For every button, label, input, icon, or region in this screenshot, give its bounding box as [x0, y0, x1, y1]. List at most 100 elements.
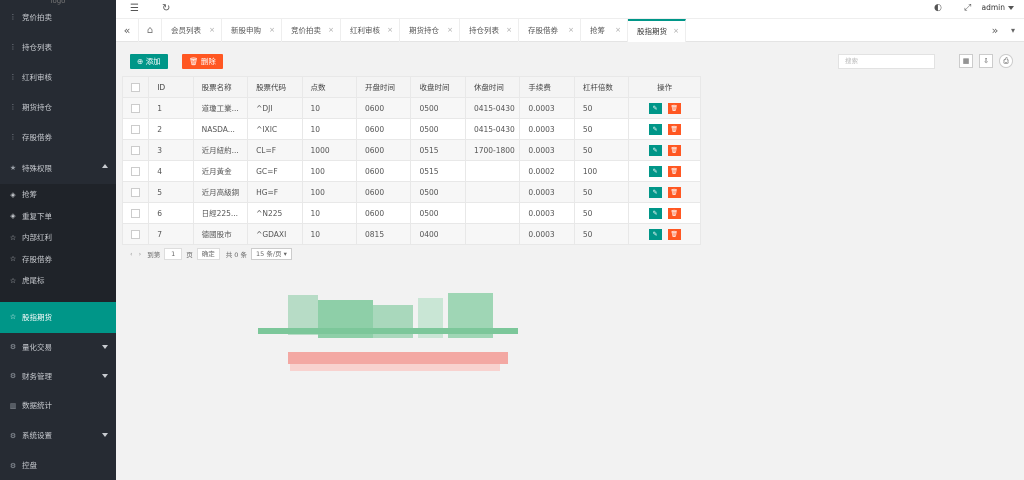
delete-button[interactable]: 🗑 删除 [182, 54, 223, 69]
sidebar-item-internal-dividend[interactable]: ☆ 内部红利 [0, 227, 116, 249]
sidebar-item-index-futures[interactable]: ☆ 股指期货 [0, 301, 116, 333]
sidebar-item-dividend-review[interactable]: ⋮ 红利审核 [0, 62, 116, 92]
column-header[interactable]: ID [148, 76, 194, 98]
search-input[interactable]: 搜索 [838, 54, 935, 69]
next-page-icon[interactable]: › [139, 250, 142, 258]
sidebar-item-statistics[interactable]: ▥ 数据统计 [0, 391, 116, 421]
row-checkbox[interactable] [131, 229, 140, 239]
column-header[interactable]: 收盘时间 [410, 76, 466, 98]
sidebar-item-futures-positions[interactable]: ⋮ 期货持仓 [0, 92, 116, 122]
sidebar-item-tiger-tail[interactable]: ☆ 虎尾标 [0, 270, 116, 292]
trash-icon[interactable]: 🗑 [667, 144, 681, 156]
column-header[interactable]: 手续费 [519, 76, 575, 98]
sidebar-item-grab[interactable]: ◈ 抢筹 [0, 184, 116, 206]
print-icon[interactable]: ⎙ [999, 54, 1013, 68]
row-checkbox[interactable] [131, 187, 140, 197]
column-header[interactable]: 开盘时间 [355, 76, 412, 98]
prev-page-icon[interactable]: ‹ [130, 250, 133, 258]
close-icon[interactable]: × [209, 19, 215, 42]
edit-icon[interactable]: ✎ [648, 228, 662, 240]
export-icon[interactable]: ⇩ [979, 54, 993, 68]
row-checkbox[interactable] [131, 124, 140, 134]
sidebar-item-positions[interactable]: ⋮ 持仓列表 [0, 32, 116, 62]
row-select-cell[interactable] [121, 97, 150, 119]
tab-dividend-review[interactable]: 红利审核 × [341, 19, 400, 42]
confirm-button[interactable]: 确定 [196, 248, 220, 260]
edit-icon[interactable]: ✎ [648, 102, 662, 114]
sidebar-item-system-settings[interactable]: ⚙ 系统设置 [0, 421, 116, 451]
add-button[interactable]: ⊕ 添加 [130, 54, 168, 69]
tab-stock-lending[interactable]: 存股借券 × [519, 19, 581, 42]
top-header: ☰ ↻ ◐ ⤢ admin [116, 0, 1024, 18]
sidebar-item-quant-trading[interactable]: ⚙ 量化交易 [0, 333, 116, 362]
sidebar-group-special[interactable]: ★ 特殊权限 [0, 152, 116, 184]
edit-icon[interactable]: ✎ [648, 144, 662, 156]
row-checkbox[interactable] [131, 103, 140, 113]
close-icon[interactable]: × [447, 19, 453, 42]
tab-members[interactable]: 会员列表 × [162, 19, 222, 42]
page-size-select[interactable]: 15 条/页 ▾ [251, 248, 292, 260]
fullscreen-icon[interactable]: ⤢ [964, 3, 971, 13]
trash-icon[interactable]: 🗑 [667, 228, 681, 240]
trash-icon[interactable]: 🗑 [667, 165, 681, 177]
refresh-icon[interactable]: ↻ [162, 3, 170, 14]
sidebar-item-label: 虎尾标 [22, 276, 45, 286]
row-select-cell[interactable] [121, 139, 150, 161]
row-select-cell[interactable] [121, 160, 150, 182]
edit-icon[interactable]: ✎ [648, 186, 662, 198]
edit-icon[interactable]: ✎ [648, 123, 662, 135]
row-select-cell[interactable] [121, 181, 150, 203]
sidebar-item-label: 期货持仓 [22, 102, 52, 112]
menu-toggle-icon[interactable]: ☰ [130, 3, 139, 14]
close-icon[interactable]: × [506, 19, 512, 42]
trash-icon[interactable]: 🗑 [667, 102, 681, 114]
sidebar-item-finance[interactable]: ⚙ 财务管理 [0, 362, 116, 391]
close-icon[interactable]: × [387, 19, 393, 42]
columns-icon[interactable]: ▦ [959, 54, 973, 68]
row-checkbox[interactable] [131, 208, 140, 218]
edit-icon[interactable]: ✎ [648, 207, 662, 219]
close-icon[interactable]: × [673, 21, 679, 42]
tab-grab[interactable]: 抢筹 × [581, 19, 628, 42]
column-header[interactable]: 股票代码 [247, 76, 303, 98]
close-icon[interactable]: × [615, 19, 621, 42]
close-icon[interactable]: × [269, 19, 275, 42]
column-header[interactable]: 点数 [301, 76, 358, 98]
close-icon[interactable]: × [568, 19, 574, 42]
tabs-menu-icon[interactable]: ▾ [1004, 19, 1022, 42]
sidebar-item-label: 持仓列表 [22, 42, 52, 52]
tab-positions[interactable]: 持仓列表 × [460, 19, 519, 42]
sidebar-item-repeat-order[interactable]: ◈ 重复下单 [0, 206, 116, 228]
sidebar-item-stock-lending-sub[interactable]: ☆ 存股借券 [0, 249, 116, 271]
edit-icon[interactable]: ✎ [648, 165, 662, 177]
theme-icon[interactable]: ◐ [934, 3, 942, 13]
row-select-cell[interactable] [121, 118, 150, 140]
column-header[interactable]: 休盘时间 [464, 76, 521, 98]
trash-icon[interactable]: 🗑 [667, 186, 681, 198]
tab-index-futures[interactable]: 股指期货 × [628, 19, 686, 42]
column-header[interactable]: 股票名称 [192, 76, 249, 98]
tabs-left-icon[interactable]: « [118, 19, 136, 42]
user-menu[interactable]: admin [982, 3, 1014, 12]
row-checkbox[interactable] [131, 166, 140, 176]
trash-icon[interactable]: 🗑 [667, 207, 681, 219]
column-header[interactable]: 杠杆倍数 [573, 76, 630, 98]
tab-ipo[interactable]: 新股申购 × [222, 19, 282, 42]
tabs-right-icon[interactable]: » [986, 19, 1004, 42]
close-icon[interactable]: × [328, 19, 334, 42]
cell-break-time [464, 160, 521, 182]
row-select-cell[interactable] [121, 202, 150, 224]
select-all-checkbox[interactable] [131, 82, 140, 92]
cell-open-time: 0600 [355, 202, 412, 224]
row-checkbox[interactable] [131, 145, 140, 155]
page-input[interactable]: 1 [164, 248, 183, 260]
sidebar-item-auction[interactable]: ⋮ 竞价拍卖 [0, 2, 116, 32]
home-icon[interactable]: ⌂ [138, 19, 162, 42]
trash-icon[interactable]: 🗑 [667, 123, 681, 135]
tab-auction[interactable]: 竞价拍卖 × [282, 19, 341, 42]
row-select-cell[interactable] [121, 223, 150, 245]
select-all-cell[interactable] [121, 76, 150, 98]
tab-futures-positions[interactable]: 期货持仓 × [400, 19, 460, 42]
sidebar-item-control[interactable]: ⚙ 控盘 [0, 451, 116, 480]
sidebar-item-stock-lending[interactable]: ⋮ 存股借券 [0, 122, 116, 152]
